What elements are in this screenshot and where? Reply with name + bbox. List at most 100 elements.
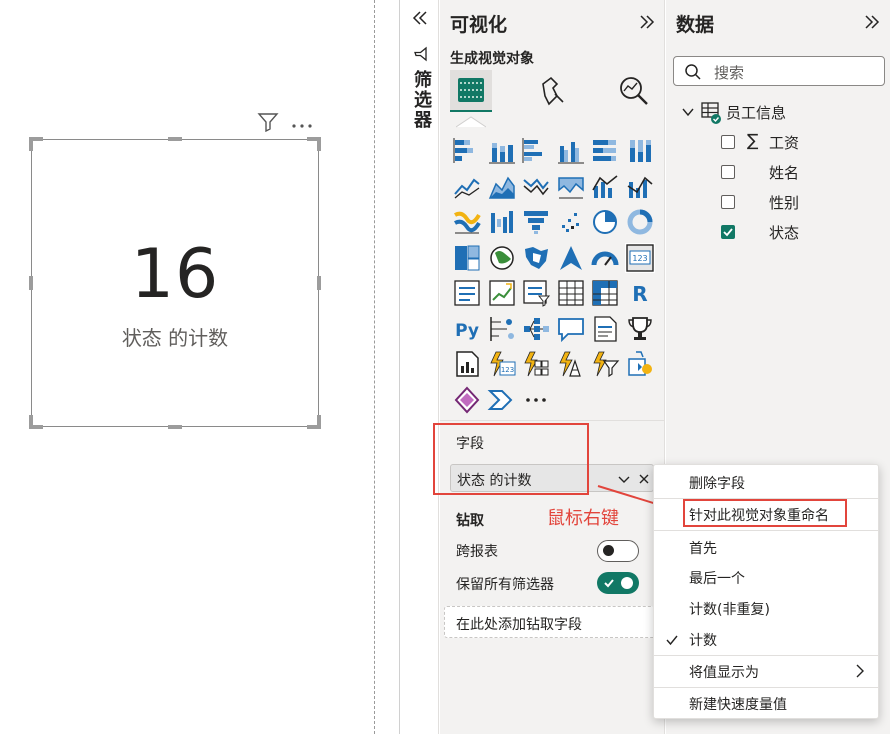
- double-chevron-left-icon[interactable]: [410, 8, 430, 32]
- gauge-icon[interactable]: [590, 243, 620, 273]
- custom-visual-icon[interactable]: [625, 349, 655, 379]
- field-name[interactable]: 状态: [769, 222, 799, 243]
- map-icon[interactable]: [487, 243, 517, 273]
- visual-type-gallery: 123 R Py 123: [452, 136, 664, 420]
- scatter-chart-icon[interactable]: [556, 207, 586, 237]
- resize-handle-br-v[interactable]: [317, 415, 321, 429]
- menu-item-show-value-as[interactable]: 将值显示为: [689, 662, 759, 682]
- qna-icon[interactable]: [556, 314, 586, 344]
- checkmark-icon: [604, 579, 614, 588]
- menu-item-remove-field[interactable]: 删除字段: [689, 473, 745, 493]
- power-apps-diamond-icon[interactable]: [452, 385, 482, 415]
- chevron-down-icon[interactable]: [681, 104, 695, 123]
- resize-handle-tl-v[interactable]: [29, 137, 33, 151]
- more-visuals-icon[interactable]: [521, 385, 551, 415]
- menu-item-count[interactable]: 计数: [689, 630, 717, 650]
- menu-item-count-distinct[interactable]: 计数(非重复): [689, 599, 770, 619]
- power-automate-icon[interactable]: [521, 349, 551, 379]
- stacked-bar-100-chart-icon[interactable]: [590, 136, 620, 166]
- checkmark-icon: [723, 228, 733, 237]
- data-title: 数据: [676, 14, 715, 36]
- r-visual-icon[interactable]: R: [625, 278, 655, 308]
- search-input[interactable]: 搜索: [673, 56, 885, 86]
- goals-icon[interactable]: [625, 314, 655, 344]
- slicer-icon[interactable]: [521, 278, 551, 308]
- cross-report-toggle[interactable]: [597, 540, 639, 562]
- line-clustered-column-icon[interactable]: [590, 172, 620, 202]
- clustered-bar-chart-icon[interactable]: [521, 136, 551, 166]
- ribbon-area-chart-icon[interactable]: [556, 172, 586, 202]
- multi-row-card-icon[interactable]: [452, 278, 482, 308]
- resize-handle-right[interactable]: [317, 276, 321, 290]
- filter-icon[interactable]: [257, 112, 279, 136]
- double-chevron-right-icon[interactable]: [862, 12, 882, 36]
- sigma-icon: ∑: [747, 131, 759, 151]
- treemap-icon[interactable]: [452, 243, 482, 273]
- drill-drop-zone[interactable]: 在此处添加钻取字段: [444, 606, 661, 638]
- stacked-area-chart-icon[interactable]: [521, 172, 551, 202]
- card-icon[interactable]: 123: [624, 242, 655, 273]
- power-bi-visual-icon[interactable]: [556, 349, 586, 379]
- python-visual-icon[interactable]: Py: [452, 314, 482, 344]
- menu-item-last[interactable]: 最后一个: [689, 568, 745, 588]
- kpi-label: 状态 的计数: [121, 326, 229, 350]
- table-icon: [700, 101, 724, 129]
- line-stacked-column-icon[interactable]: [625, 172, 655, 202]
- power-automate-chevron-icon[interactable]: [487, 385, 517, 415]
- clustered-column-chart-icon[interactable]: [556, 136, 586, 166]
- area-chart-icon[interactable]: [487, 172, 517, 202]
- export-visual-icon[interactable]: [590, 349, 620, 379]
- card-visual[interactable]: 16 状态 的计数: [31, 139, 319, 427]
- power-apps-icon[interactable]: 123: [487, 349, 517, 379]
- field-checkbox[interactable]: [721, 225, 735, 239]
- tab-build-visual[interactable]: [450, 70, 492, 112]
- field-checkbox[interactable]: [721, 135, 735, 149]
- resize-handle-top[interactable]: [168, 137, 182, 141]
- ribbon-chart-icon[interactable]: [452, 207, 482, 237]
- field-checkbox[interactable]: [721, 195, 735, 209]
- more-options-icon[interactable]: [291, 115, 313, 134]
- field-name[interactable]: 姓名: [769, 162, 799, 183]
- key-influencers-icon[interactable]: [487, 314, 517, 344]
- donut-chart-icon[interactable]: [625, 207, 655, 237]
- matrix-icon[interactable]: [590, 278, 620, 308]
- field-name[interactable]: 性别: [769, 192, 799, 213]
- stacked-column-100-chart-icon[interactable]: [625, 136, 655, 166]
- keep-filters-toggle[interactable]: [597, 572, 639, 594]
- decomposition-tree-icon[interactable]: [521, 314, 551, 344]
- kpi-icon[interactable]: [487, 278, 517, 308]
- svg-text:123: 123: [632, 254, 647, 263]
- pie-chart-icon[interactable]: [590, 207, 620, 237]
- build-visual-label: 生成视觉对象: [450, 51, 534, 67]
- azure-map-icon[interactable]: [556, 243, 586, 273]
- resize-handle-left[interactable]: [29, 276, 33, 290]
- smart-narrative-icon[interactable]: [590, 314, 620, 344]
- rename-highlight: [683, 499, 847, 527]
- stacked-bar-chart-icon[interactable]: [452, 136, 482, 166]
- tab-format-visual[interactable]: [535, 74, 569, 112]
- field-checkbox[interactable]: [721, 165, 735, 179]
- field-name[interactable]: 工资: [769, 132, 799, 153]
- resize-handle-bl-v[interactable]: [29, 415, 33, 429]
- table-visual-icon[interactable]: [556, 278, 586, 308]
- filters-title[interactable]: 筛选器: [408, 70, 434, 130]
- fields-well-highlight: [433, 423, 589, 495]
- line-chart-icon[interactable]: [452, 172, 482, 202]
- menu-item-new-quick-measure[interactable]: 新建快速度量值: [689, 694, 787, 714]
- visual-header: [257, 112, 313, 136]
- stacked-column-chart-icon[interactable]: [487, 136, 517, 166]
- tab-analytics[interactable]: [617, 74, 651, 112]
- double-chevron-right-icon[interactable]: [637, 12, 657, 36]
- menu-divider: [654, 687, 878, 688]
- resize-handle-bottom[interactable]: [168, 425, 182, 429]
- filled-map-icon[interactable]: [521, 243, 551, 273]
- resize-handle-tr-v[interactable]: [317, 137, 321, 151]
- funnel-chart-icon[interactable]: [521, 207, 551, 237]
- filter-icon: [413, 46, 429, 66]
- paginated-report-icon[interactable]: [452, 349, 482, 379]
- filters-pane-collapsed[interactable]: 筛选器: [399, 0, 439, 734]
- report-canvas[interactable]: 16 状态 的计数: [0, 0, 374, 734]
- table-name[interactable]: 员工信息: [726, 102, 786, 123]
- menu-item-first[interactable]: 首先: [689, 538, 717, 558]
- waterfall-chart-icon[interactable]: [487, 207, 517, 237]
